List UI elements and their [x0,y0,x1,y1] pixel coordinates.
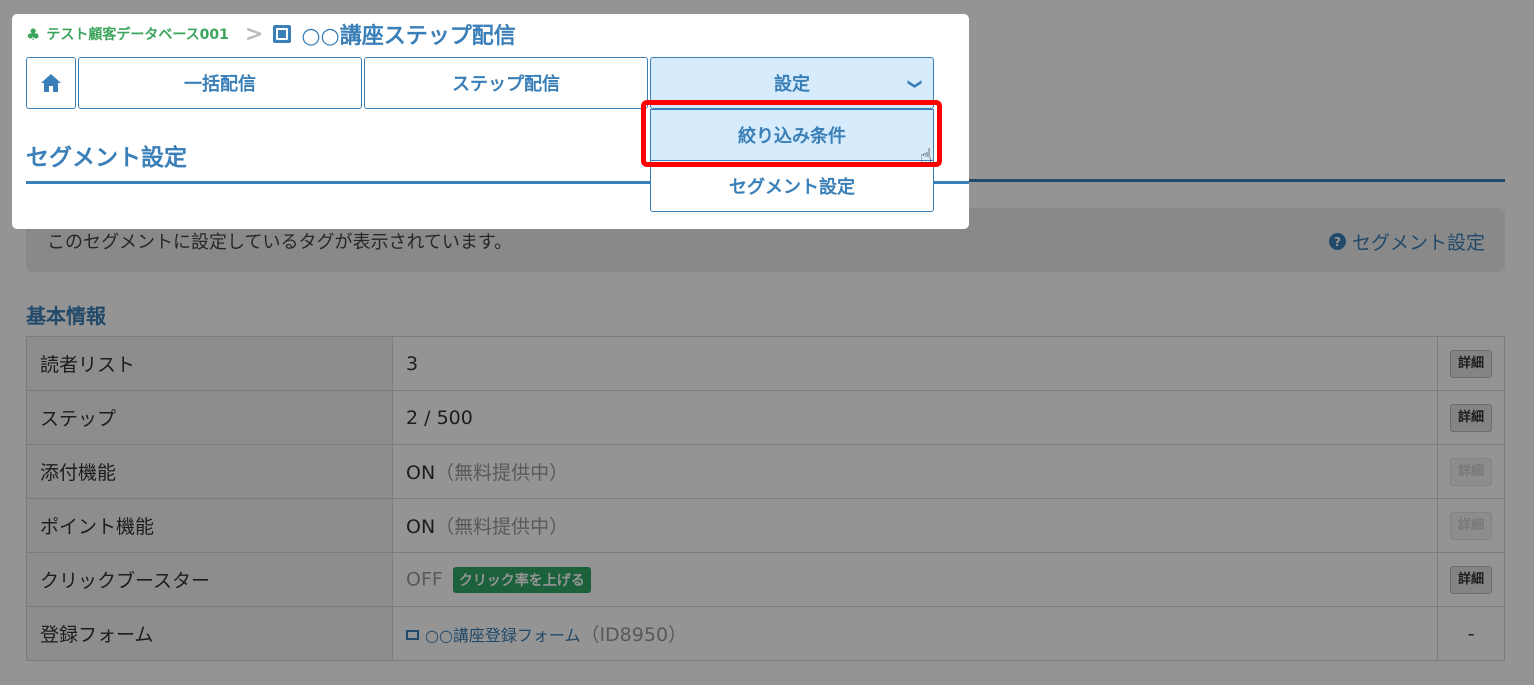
tab-bulk-delivery[interactable]: 一括配信 [78,57,362,109]
database-icon: ♣ [26,24,41,44]
breadcrumb-database-label: テスト顧客データベース001 [46,27,229,43]
breadcrumb-page: ○○講座ステップ配信 [273,18,516,50]
breadcrumb-database[interactable]: ♣ テスト顧客データベース001 [26,24,229,44]
menu-item-segment-settings[interactable]: セグメント設定 [651,161,933,211]
page: セグメント設定 このセグメントに設定しているタグが表示されています。 ? セグメ… [0,0,1534,685]
tab-settings-label: 設定 [774,74,810,95]
breadcrumb-page-label: ○○講座ステップ配信 [301,24,516,49]
breadcrumb-separator: > [244,21,264,47]
chevron-down-icon: ❯ [907,78,924,90]
panel-section-title: セグメント設定 [26,145,187,171]
highlight-box [641,100,942,167]
tab-step-delivery[interactable]: ステップ配信 [364,57,648,109]
home-icon [41,74,61,92]
highlight-panel: ♣ テスト顧客データベース001 > ○○講座ステップ配信 一括配信 ステップ配… [12,14,969,229]
hand-cursor-icon: ☝ [920,144,933,168]
cube-icon [273,25,292,43]
breadcrumb: ♣ テスト顧客データベース001 > ○○講座ステップ配信 [26,21,516,50]
tab-home[interactable] [26,57,76,109]
